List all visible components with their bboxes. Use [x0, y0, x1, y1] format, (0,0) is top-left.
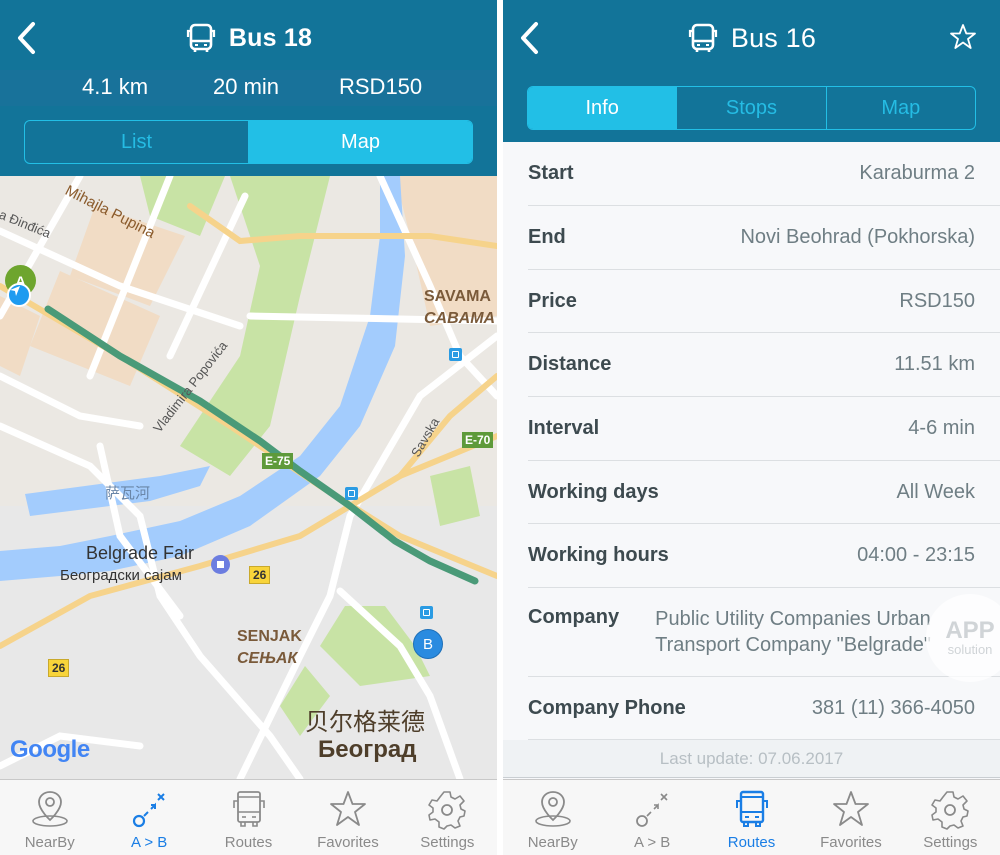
road-shield: 26 [48, 659, 70, 677]
info-value: 11.51 km [894, 353, 975, 375]
tab-label: Settings [923, 834, 978, 851]
info-label: Start [528, 162, 574, 184]
tab-label: A > B [130, 834, 168, 851]
info-row-company-phone: Company Phone 381 (11) 366-4050 [528, 677, 1000, 740]
info-label: Company Phone [528, 697, 686, 719]
tab-label: Routes [727, 834, 776, 851]
tab-settings[interactable]: Settings [398, 780, 497, 855]
page-title: Bus 18 [228, 23, 313, 52]
info-label: Price [528, 290, 577, 312]
bus-18-map-screen: Bus 18 4.1 km 20 min RSD150 List Map Mih… [0, 0, 497, 855]
tab-label: A > B [633, 834, 671, 851]
bus-icon [735, 790, 768, 827]
bus-stop-icon[interactable] [420, 606, 433, 619]
title: Bus 18 [0, 18, 497, 58]
map-pin-icon [534, 791, 571, 827]
tab-nearby[interactable]: NearBy [503, 780, 602, 855]
bus-icon [688, 23, 717, 52]
map-pin-icon [31, 791, 68, 827]
page-title: Bus 16 [730, 22, 817, 53]
segment-stops[interactable]: Stops [676, 87, 825, 129]
info-value: Karaburma 2 [859, 162, 975, 184]
info-value: 04:00 - 23:15 [857, 544, 975, 566]
info-label: Company [528, 606, 620, 628]
info-value: Novi Beohrad (Pokhorska) [740, 226, 975, 248]
route-summary: 4.1 km 20 min RSD150 [0, 70, 497, 106]
nav-bar: Bus 16 [503, 0, 1000, 74]
tab-settings[interactable]: Settings [901, 780, 1000, 855]
tab-nearby[interactable]: NearBy [0, 780, 99, 855]
info-label: End [528, 226, 566, 248]
tab-label: NearBy [527, 834, 578, 851]
info-row-start: Start Karaburma 2 [528, 142, 1000, 206]
route-a-to-b-icon [636, 793, 668, 827]
bus-icon [186, 23, 216, 52]
star-icon [330, 791, 366, 826]
route-map[interactable]: Mihajla Pupina na Đinđića Vladimira Popo… [0, 176, 497, 779]
tab-bar: NearBy A > B Routes Favorites Settings [0, 779, 497, 855]
segment-map[interactable]: Map [825, 87, 975, 129]
segment-map[interactable]: Map [248, 121, 472, 163]
tab-label: Favorites [317, 834, 379, 851]
info-label: Distance [528, 353, 612, 375]
info-value: All Week [896, 481, 975, 503]
route-distance: 4.1 km [82, 74, 149, 99]
info-row-interval: Interval 4-6 min [528, 397, 1000, 461]
highway-shield: E-70 [462, 432, 494, 448]
segment-info[interactable]: Info [528, 87, 677, 129]
tab-a-to-b[interactable]: A > B [602, 780, 701, 855]
favorite-button[interactable] [948, 22, 978, 52]
info-label: Interval [528, 417, 600, 439]
gear-icon [931, 791, 970, 830]
title: Bus 16 [503, 18, 1000, 58]
last-update-text: Last update: 07.06.2017 [503, 740, 1000, 778]
star-outline-icon [950, 24, 976, 49]
info-row-working-days: Working days All Week [528, 461, 1000, 524]
bus-stop-icon[interactable] [345, 487, 358, 500]
route-duration: 20 min [213, 74, 280, 99]
road-shield: 26 [249, 566, 271, 584]
nav-bar: Bus 18 [0, 0, 497, 74]
bus-stop-icon[interactable] [449, 348, 462, 361]
info-row-working-hours: Working hours 04:00 - 23:15 [528, 524, 1000, 588]
info-value: 4-6 min [908, 417, 975, 439]
info-label: Working hours [528, 544, 669, 566]
watermark-text: APP [945, 616, 995, 644]
tab-bar: NearBy A > B Routes Favorites Settings [503, 779, 1000, 855]
watermark-subtext: solution [947, 641, 993, 657]
bus-16-info-screen: Bus 16 Info Stops Map Start Karaburma 2 … [503, 0, 1000, 855]
route-info-list: Start Karaburma 2 End Novi Beohrad (Pokh… [503, 142, 1000, 740]
end-marker[interactable]: B [413, 629, 443, 659]
route-a-to-b-icon [133, 793, 165, 828]
route-price: RSD150 [339, 74, 423, 99]
gear-icon [428, 791, 467, 830]
info-value[interactable]: 381 (11) 366-4050 [812, 697, 975, 720]
highway-shield: E-75 [262, 453, 294, 469]
tab-a-to-b[interactable]: A > B [99, 780, 198, 855]
poi-marker[interactable] [211, 555, 230, 574]
tab-label: Favorites [820, 834, 882, 851]
segment-list[interactable]: List [25, 121, 248, 163]
tab-routes[interactable]: Routes [702, 780, 801, 855]
tab-label: Settings [420, 834, 475, 851]
tab-label: NearBy [24, 834, 75, 851]
bus-icon [232, 791, 265, 827]
star-icon [833, 791, 869, 826]
tab-routes[interactable]: Routes [199, 780, 298, 855]
header: Bus 16 Info Stops Map [503, 0, 1000, 142]
info-row-distance: Distance 11.51 km [528, 333, 1000, 397]
info-row-price: Price RSD150 [528, 270, 1000, 333]
tab-label: Routes [224, 834, 273, 851]
detail-segmented-control: Info Stops Map [527, 86, 976, 130]
map-base [0, 176, 497, 779]
info-value: RSD150 [899, 290, 975, 312]
info-row-end: End Novi Beohrad (Pokhorska) [528, 206, 1000, 270]
view-segmented-control: List Map [24, 120, 473, 164]
tab-favorites[interactable]: Favorites [298, 780, 397, 855]
tab-favorites[interactable]: Favorites [801, 780, 900, 855]
info-label: Working days [528, 481, 659, 503]
header: Bus 18 4.1 km 20 min RSD150 List Map [0, 0, 497, 176]
current-location-icon[interactable] [7, 283, 31, 307]
